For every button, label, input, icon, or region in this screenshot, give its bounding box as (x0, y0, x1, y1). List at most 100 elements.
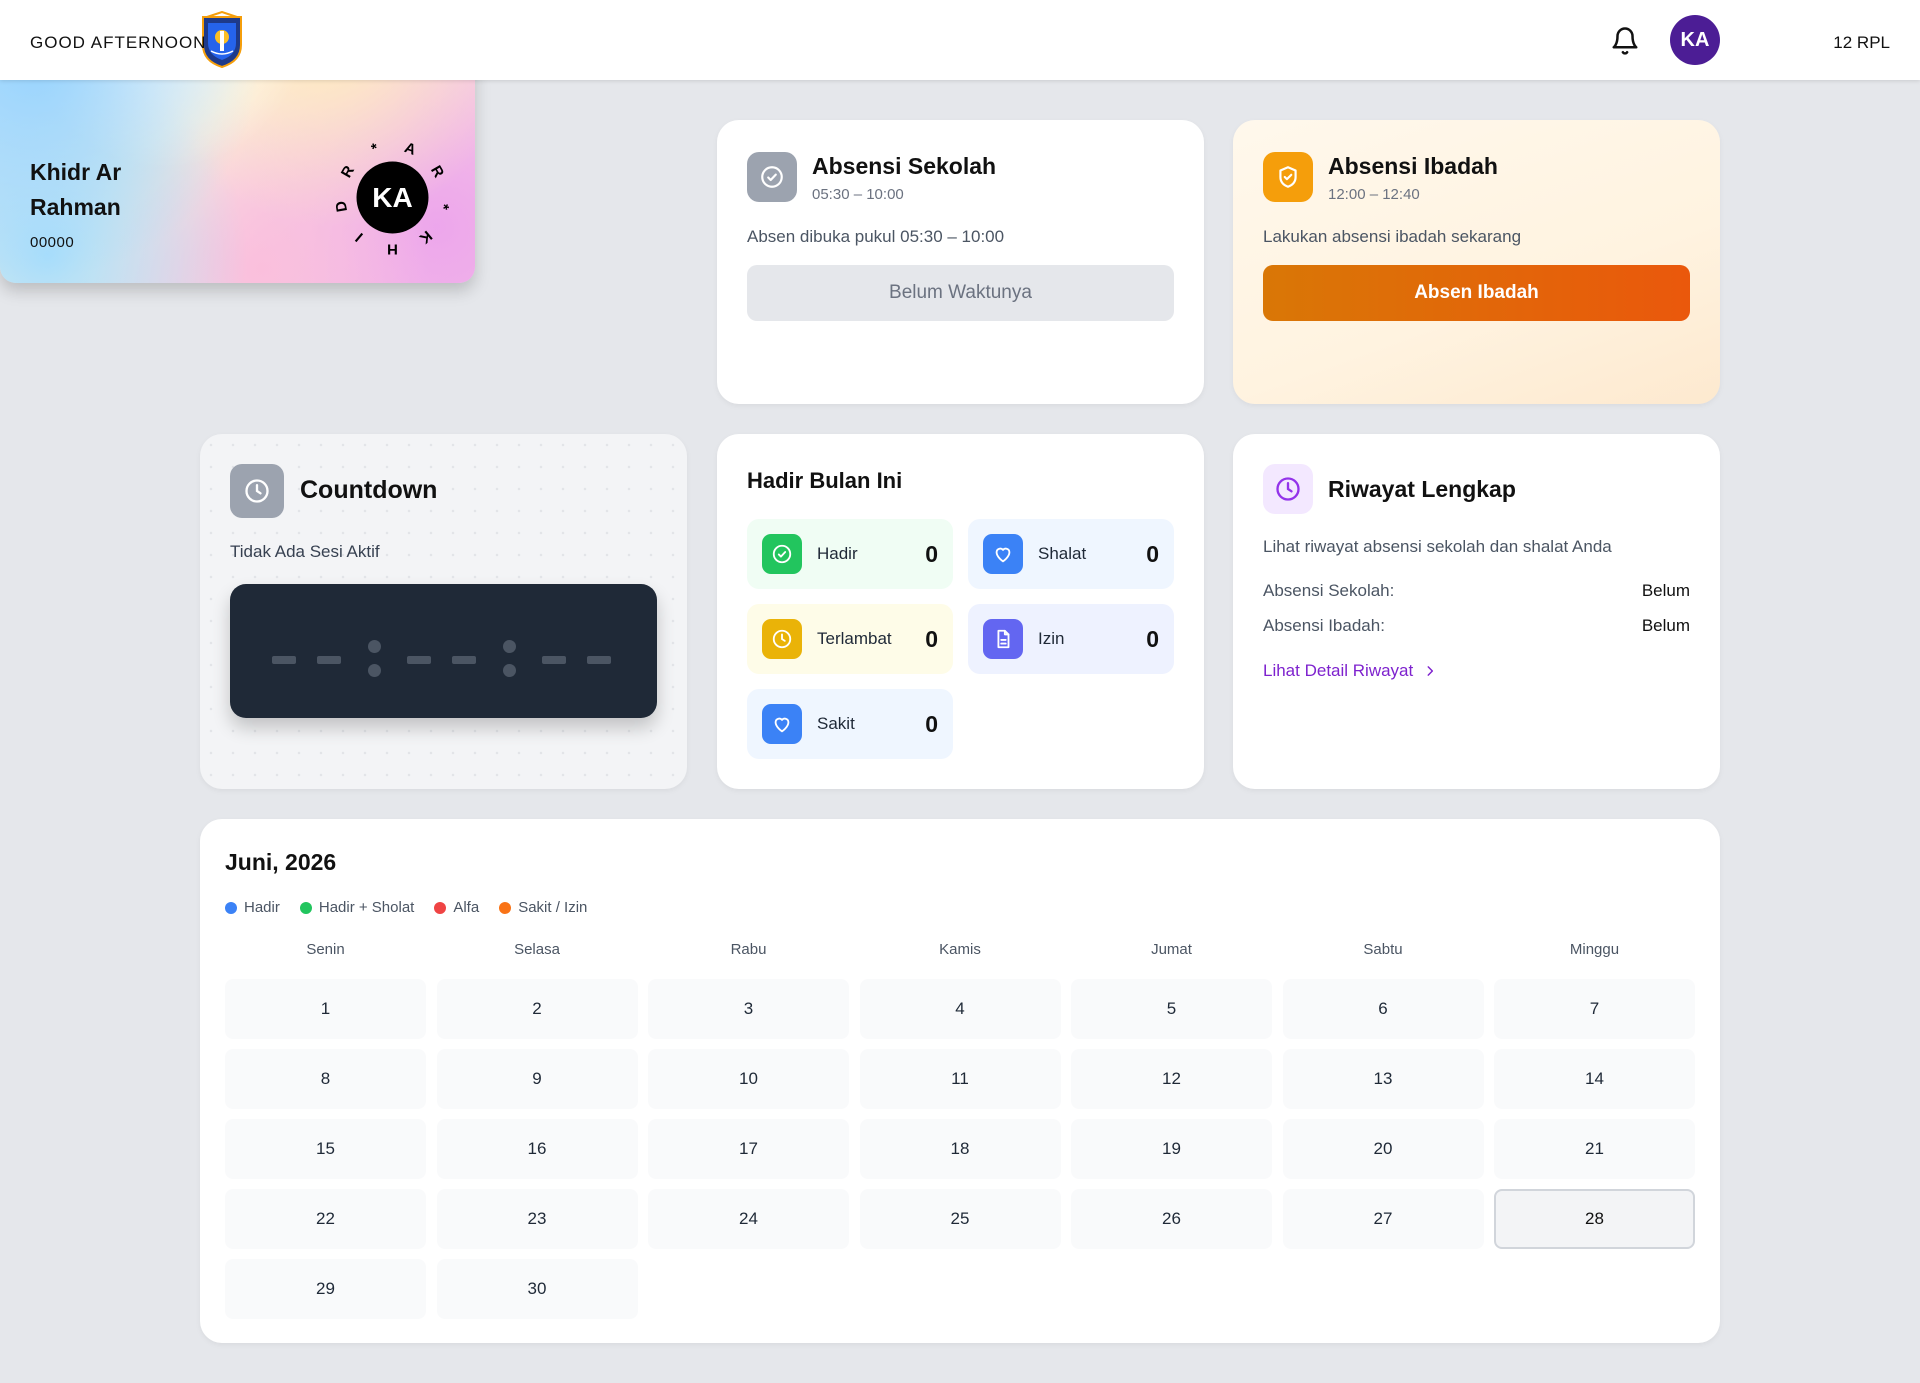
seal-ring-letter: D (332, 199, 351, 213)
hadir-bulan-ini-card: Hadir Bulan Ini Hadir 0 Shalat 0 Terlamb… (717, 434, 1204, 789)
stat-label: Terlambat (817, 629, 892, 648)
document-icon (983, 619, 1023, 659)
calendar-day[interactable]: 27 (1282, 1189, 1484, 1249)
absensi-ibadah-description: Lakukan absensi ibadah sekarang (1263, 227, 1522, 246)
absensi-ibadah-time: 12:00 – 12:40 (1328, 186, 1420, 203)
calendar-day[interactable]: 22 (225, 1189, 426, 1249)
calendar-day-today[interactable]: 28 (1494, 1189, 1695, 1249)
legend-item-hadir-sholat: Hadir + Sholat (299, 899, 415, 916)
calendar-day[interactable]: 25 (859, 1189, 1061, 1249)
student-name: Khidr Ar Rahman (30, 159, 122, 220)
calendar-day[interactable]: 17 (648, 1119, 849, 1179)
stat-value: 0 (1146, 541, 1159, 567)
lihat-detail-riwayat-link[interactable]: Lihat Detail Riwayat (1263, 661, 1437, 681)
countdown-card: Countdown Tidak Ada Sesi Aktif (200, 434, 687, 789)
stat-value: 0 (925, 541, 938, 567)
seal-ring-letter: A (402, 139, 418, 159)
calendar-day[interactable]: 6 (1282, 979, 1484, 1039)
riwayat-row-value: Belum (1641, 581, 1690, 600)
legend-label: Alfa (453, 899, 480, 916)
seal-ring-letter: H (387, 241, 398, 258)
calendar-day[interactable]: 7 (1494, 979, 1695, 1039)
riwayat-row-sekolah: Absensi Sekolah: Belum (1263, 581, 1690, 601)
riwayat-lengkap-card: Riwayat Lengkap Lihat riwayat absensi se… (1233, 434, 1720, 789)
calendar-day[interactable]: 3 (648, 979, 849, 1039)
calendar-day[interactable]: 13 (1282, 1049, 1484, 1109)
seal-initials: KA (372, 182, 412, 213)
timer-placeholder-dash (272, 656, 296, 664)
calendar-day[interactable]: 9 (436, 1049, 638, 1109)
calendar-day[interactable]: 30 (436, 1259, 638, 1319)
riwayat-description: Lihat riwayat absensi sekolah dan shalat… (1263, 537, 1612, 556)
calendar-day[interactable]: 29 (225, 1259, 426, 1319)
check-circle-icon (747, 152, 797, 202)
attendance-calendar: Juni, 2026 Hadir Hadir + Sholat Alfa Sak… (200, 819, 1720, 1343)
weekday-header: Minggu (1569, 941, 1620, 958)
legend-dot (434, 901, 447, 914)
weekday-header: Sabtu (1363, 941, 1403, 958)
greeting-text: GOOD AFTERNOON (30, 33, 207, 52)
clock-icon (762, 619, 802, 659)
weekday-header: Senin (306, 941, 345, 958)
lihat-detail-riwayat-label: Lihat Detail Riwayat (1263, 661, 1414, 680)
stat-label: Shalat (1038, 544, 1087, 563)
calendar-day[interactable]: 11 (859, 1049, 1061, 1109)
countdown-status: Tidak Ada Sesi Aktif (230, 542, 380, 561)
countdown-title: Countdown (300, 476, 438, 504)
weekday-header: Kamis (939, 941, 981, 958)
calendar-day[interactable]: 10 (648, 1049, 849, 1109)
stat-shalat: Shalat 0 (968, 519, 1174, 589)
timer-colon-dot (368, 664, 381, 677)
seal-ring-star: * (434, 202, 452, 211)
heart-icon (762, 704, 802, 744)
hadir-bulan-ini-title: Hadir Bulan Ini (747, 468, 903, 493)
calendar-day[interactable]: 16 (436, 1119, 638, 1179)
legend-item-alfa: Alfa (434, 899, 479, 916)
initials-seal: KA A R * K H I D R * (330, 135, 455, 260)
stat-izin: Izin 0 (968, 604, 1174, 674)
calendar-day[interactable]: 12 (1071, 1049, 1272, 1109)
calendar-day[interactable]: 5 (1071, 979, 1272, 1039)
absensi-ibadah-card: Absensi Ibadah 12:00 – 12:40 Lakukan abs… (1233, 120, 1720, 404)
timer-placeholder-dash (452, 656, 476, 664)
timer-colon-dot (503, 640, 516, 653)
calendar-day[interactable]: 23 (436, 1189, 638, 1249)
calendar-day[interactable]: 24 (648, 1189, 849, 1249)
stat-value: 0 (925, 711, 938, 737)
absensi-sekolah-time: 05:30 – 10:00 (812, 186, 904, 203)
legend-label: Hadir + Sholat (318, 899, 415, 916)
calendar-day[interactable]: 14 (1494, 1049, 1695, 1109)
calendar-day[interactable]: 15 (225, 1119, 426, 1179)
absen-ibadah-button[interactable]: Absen Ibadah (1263, 265, 1690, 321)
legend-dot (299, 901, 312, 914)
calendar-day[interactable]: 19 (1071, 1119, 1272, 1179)
belum-waktunya-button[interactable]: Belum Waktunya (747, 265, 1174, 321)
history-clock-icon (1263, 464, 1313, 514)
timer-placeholder-dash (407, 656, 431, 664)
top-navbar: KA (0, 0, 1920, 80)
notification-bell-icon[interactable] (1610, 26, 1640, 56)
legend-label: Sakit / Izin (518, 899, 588, 916)
absensi-sekolah-title: Absensi Sekolah (812, 153, 997, 179)
calendar-day[interactable]: 21 (1494, 1119, 1695, 1179)
stat-label: Sakit (817, 714, 855, 733)
stat-label: Izin (1038, 629, 1065, 648)
student-id: 00000 (30, 234, 75, 251)
calendar-day[interactable]: 26 (1071, 1189, 1272, 1249)
calendar-day[interactable]: 8 (225, 1049, 426, 1109)
calendar-day[interactable]: 4 (859, 979, 1061, 1039)
calendar-day[interactable]: 20 (1282, 1119, 1484, 1179)
seal-ring-star: * (369, 140, 380, 158)
user-avatar[interactable]: KA (1670, 15, 1720, 65)
legend-label: Hadir (244, 899, 280, 916)
shield-check-icon (1263, 152, 1313, 202)
calendar-day[interactable]: 18 (859, 1119, 1061, 1179)
heart-icon (983, 534, 1023, 574)
stat-terlambat: Terlambat 0 (747, 604, 953, 674)
calendar-day[interactable]: 2 (436, 979, 638, 1039)
calendar-day[interactable]: 1 (225, 979, 426, 1039)
weekday-header: Jumat (1151, 941, 1192, 958)
riwayat-row-value: Belum (1641, 616, 1690, 635)
absensi-sekolah-card: Absensi Sekolah 05:30 – 10:00 Absen dibu… (717, 120, 1204, 404)
stat-hadir: Hadir 0 (747, 519, 953, 589)
